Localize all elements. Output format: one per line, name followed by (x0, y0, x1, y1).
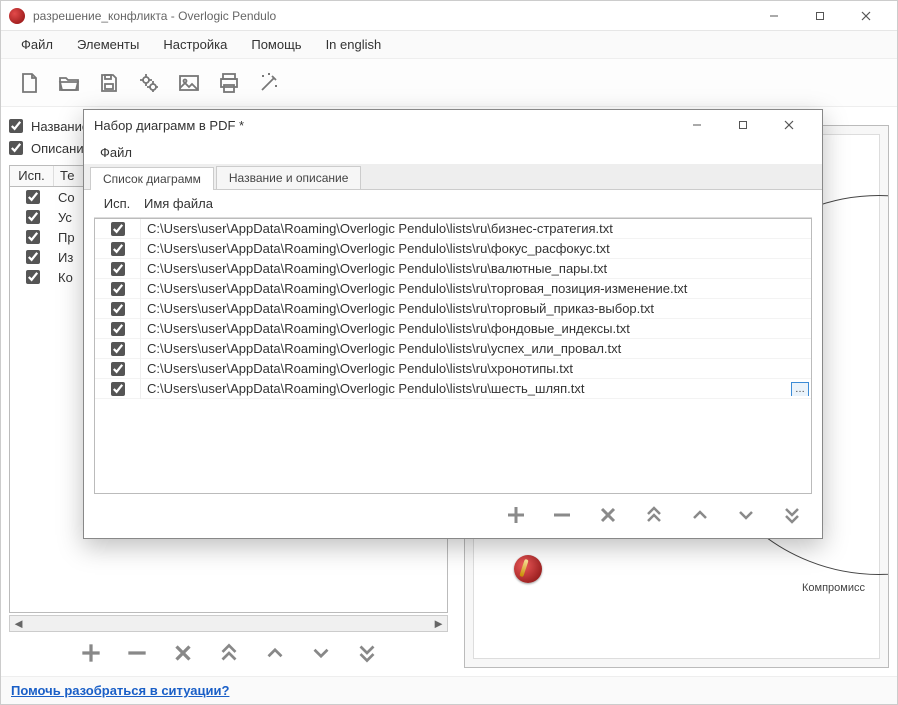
row-checkbox[interactable] (26, 270, 40, 284)
file-path: C:\Users\user\AppData\Roaming\Overlogic … (141, 341, 811, 356)
settings-icon[interactable] (135, 69, 163, 97)
dialog-tabs: Список диаграмм Название и описание (84, 164, 822, 190)
delete-icon[interactable] (170, 640, 196, 669)
dialog-maximize-button[interactable] (720, 110, 766, 140)
dialog-col-filename: Имя файла (140, 196, 812, 217)
dialog-close-button[interactable] (766, 110, 812, 140)
file-checkbox[interactable] (111, 382, 125, 396)
file-path: C:\Users\user\AppData\Roaming\Overlogic … (141, 381, 811, 396)
image-icon[interactable] (175, 69, 203, 97)
desc-checkbox[interactable] (9, 141, 23, 155)
new-file-icon[interactable] (15, 69, 43, 97)
dialog-table-header: Исп. Имя файла (94, 196, 812, 218)
titlebar: разрешение_конфликта - Overlogic Pendulo (1, 1, 897, 31)
menu-help[interactable]: Помощь (241, 33, 311, 56)
file-row[interactable]: C:\Users\user\AppData\Roaming\Overlogic … (95, 319, 811, 339)
print-icon[interactable] (215, 69, 243, 97)
col-use: Исп. (10, 166, 54, 186)
window-title: разрешение_конфликта - Overlogic Pendulo (33, 9, 751, 23)
move-bottom-icon[interactable] (354, 640, 380, 669)
dialog-file-list[interactable]: C:\Users\user\AppData\Roaming\Overlogic … (94, 218, 812, 494)
file-path: C:\Users\user\AppData\Roaming\Overlogic … (141, 321, 811, 336)
file-path: C:\Users\user\AppData\Roaming\Overlogic … (141, 261, 811, 276)
file-row[interactable]: C:\Users\user\AppData\Roaming\Overlogic … (95, 379, 811, 399)
open-file-icon[interactable] (55, 69, 83, 97)
close-button[interactable] (843, 1, 889, 31)
menu-file[interactable]: Файл (11, 33, 63, 56)
horizontal-scrollbar[interactable]: ◄ ► (9, 615, 448, 632)
dlg-move-down-icon[interactable] (734, 503, 758, 530)
row-checkbox[interactable] (26, 210, 40, 224)
file-row[interactable]: C:\Users\user\AppData\Roaming\Overlogic … (95, 239, 811, 259)
file-checkbox[interactable] (111, 302, 125, 316)
row-checkbox[interactable] (26, 190, 40, 204)
menu-settings[interactable]: Настройка (153, 33, 237, 56)
menubar: Файл Элементы Настройка Помощь In englis… (1, 31, 897, 59)
dlg-delete-icon[interactable] (596, 503, 620, 530)
file-row[interactable]: C:\Users\user\AppData\Roaming\Overlogic … (95, 279, 811, 299)
file-checkbox[interactable] (111, 262, 125, 276)
save-icon[interactable] (95, 69, 123, 97)
arc-label: Компромисс (802, 582, 865, 594)
file-checkbox[interactable] (111, 242, 125, 256)
dlg-move-up-icon[interactable] (688, 503, 712, 530)
file-checkbox[interactable] (111, 282, 125, 296)
file-checkbox[interactable] (111, 342, 125, 356)
move-top-icon[interactable] (216, 640, 242, 669)
footer: Помочь разобраться в ситуации? (1, 676, 897, 704)
file-path: C:\Users\user\AppData\Roaming\Overlogic … (141, 301, 811, 316)
remove-icon[interactable] (124, 640, 150, 669)
dialog-toolbar (84, 494, 822, 538)
wizard-icon[interactable] (255, 69, 283, 97)
file-path: C:\Users\user\AppData\Roaming\Overlogic … (141, 221, 811, 236)
row-checkbox[interactable] (26, 230, 40, 244)
dialog-title: Набор диаграмм в PDF * (94, 118, 674, 133)
dlg-move-top-icon[interactable] (642, 503, 666, 530)
dlg-move-bottom-icon[interactable] (780, 503, 804, 530)
move-down-icon[interactable] (308, 640, 334, 669)
tab-title-desc[interactable]: Название и описание (216, 166, 362, 189)
file-path: C:\Users\user\AppData\Roaming\Overlogic … (141, 281, 811, 296)
scroll-left-icon[interactable]: ◄ (10, 616, 27, 631)
add-icon[interactable] (78, 640, 104, 669)
file-row[interactable]: C:\Users\user\AppData\Roaming\Overlogic … (95, 259, 811, 279)
dialog-col-use: Исп. (94, 196, 140, 217)
file-path: C:\Users\user\AppData\Roaming\Overlogic … (141, 241, 811, 256)
file-row[interactable]: C:\Users\user\AppData\Roaming\Overlogic … (95, 219, 811, 239)
dialog-titlebar: Набор диаграмм в PDF * (84, 110, 822, 140)
dlg-add-icon[interactable] (504, 503, 528, 530)
dlg-remove-icon[interactable] (550, 503, 574, 530)
file-checkbox[interactable] (111, 222, 125, 236)
dialog-minimize-button[interactable] (674, 110, 720, 140)
menu-english[interactable]: In english (316, 33, 392, 56)
help-link[interactable]: Помочь разобраться в ситуации? (11, 683, 229, 698)
row-checkbox[interactable] (26, 250, 40, 264)
file-checkbox[interactable] (111, 322, 125, 336)
dialog-menu-file[interactable]: Файл (92, 143, 140, 162)
list-toolbar (9, 632, 448, 676)
move-up-icon[interactable] (262, 640, 288, 669)
file-row[interactable]: C:\Users\user\AppData\Roaming\Overlogic … (95, 359, 811, 379)
dialog-menubar: Файл (84, 140, 822, 164)
pdf-dialog: Набор диаграмм в PDF * Файл Список диагр… (83, 109, 823, 539)
minimize-button[interactable] (751, 1, 797, 31)
browse-button[interactable]: … (791, 382, 809, 396)
toolbar (1, 59, 897, 107)
file-path: C:\Users\user\AppData\Roaming\Overlogic … (141, 361, 811, 376)
menu-elements[interactable]: Элементы (67, 33, 149, 56)
file-checkbox[interactable] (111, 362, 125, 376)
file-row[interactable]: C:\Users\user\AppData\Roaming\Overlogic … (95, 339, 811, 359)
maximize-button[interactable] (797, 1, 843, 31)
file-row[interactable]: C:\Users\user\AppData\Roaming\Overlogic … (95, 299, 811, 319)
app-icon (9, 8, 25, 24)
tab-diagram-list[interactable]: Список диаграмм (90, 167, 214, 190)
pendulum-icon (514, 555, 542, 583)
title-checkbox[interactable] (9, 119, 23, 133)
scroll-right-icon[interactable]: ► (430, 616, 447, 631)
